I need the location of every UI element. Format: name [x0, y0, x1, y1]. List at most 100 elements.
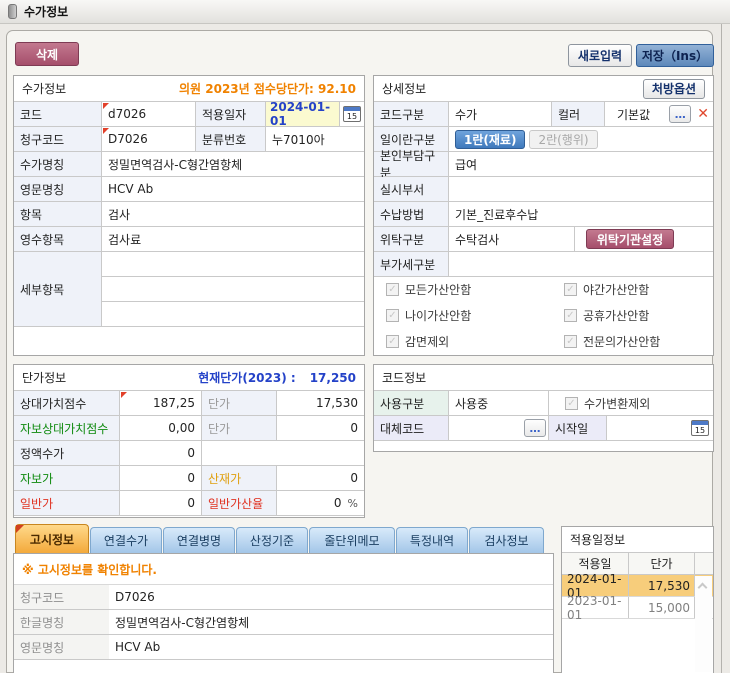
color-picker-button[interactable]: …: [669, 105, 691, 123]
auto-rvu-label: 자보상대가치점수: [14, 416, 120, 440]
price-info-header: 단가정보 현재단가(2023) : 17,250: [14, 365, 364, 391]
receipt-item-select[interactable]: 검사료: [102, 227, 364, 251]
tab-linked-fee[interactable]: 연결수가: [90, 527, 162, 553]
class-no-input[interactable]: 누7010아: [266, 127, 364, 151]
checkbox-icon: ✓: [564, 335, 577, 348]
item-select[interactable]: 검사: [102, 202, 364, 226]
checkbox-no-holiday-surcharge[interactable]: ✓ 공휴가산안함: [564, 307, 713, 324]
general-price-input[interactable]: 0: [120, 491, 202, 515]
rvu-input[interactable]: 187,25: [120, 391, 202, 415]
consign-org-setting-button[interactable]: 위탁기관설정: [586, 229, 674, 249]
price-info-title: 단가정보: [22, 369, 66, 386]
alt-code-cell: …: [449, 416, 549, 440]
tab-exam-info[interactable]: 검사정보: [469, 527, 544, 553]
checkbox-exclude-fee-convert[interactable]: ✓ 수가변환제외: [565, 395, 650, 412]
payment-select[interactable]: 기본_진료후수납: [449, 202, 713, 226]
code-input[interactable]: d7026: [102, 102, 196, 126]
fixed-fee-input[interactable]: 0: [120, 441, 202, 465]
self-pay-label: 본인부담구분: [374, 152, 449, 176]
line-type-option-1[interactable]: 1란(재료): [455, 130, 525, 149]
line-type-option-2[interactable]: 2란(행위): [529, 130, 597, 149]
apply-list-scrollbar[interactable]: [695, 576, 712, 672]
point-unit-price-note: 의원 2023년 점수당단가: 92.10: [179, 80, 356, 97]
apply-schedule-panel: 적용일정보 적용일 단가 2024-01-01 17,530 2023-01-0…: [561, 526, 714, 673]
rx-option-button[interactable]: 처방옵션: [643, 79, 705, 99]
calendar-icon[interactable]: 15: [343, 106, 361, 122]
detail-info-header: 상세정보 처방옵션: [374, 76, 713, 102]
save-button[interactable]: 저장（Ins）: [636, 44, 714, 67]
use-type-select[interactable]: 사용중: [449, 391, 549, 415]
tab-gosi-info[interactable]: 고시정보: [15, 524, 89, 553]
apply-row-2023[interactable]: 2023-01-01 15,000: [562, 597, 713, 619]
checkbox-no-age-surcharge[interactable]: ✓ 나이가산안함: [386, 307, 564, 324]
fee-info-header: 수가정보 의원 2023년 점수당단가: 92.10: [14, 76, 364, 102]
gosi-kor-name-value: 정밀면역검사-C형간염항체: [109, 610, 553, 634]
checkbox-no-specialist-surcharge[interactable]: ✓ 전문의가산안함: [564, 333, 713, 350]
checkbox-no-all-surcharge[interactable]: ✓ 모든가산안함: [386, 281, 564, 298]
auto-price-input[interactable]: 0: [120, 466, 202, 490]
tab-specific-detail[interactable]: 특정내역: [396, 527, 468, 553]
detail-item-select-3[interactable]: [102, 302, 364, 326]
detail-item-select-2[interactable]: [102, 277, 364, 301]
auto-rvu-row: 자보상대가치점수 0,00 단가 0: [14, 416, 364, 441]
industrial-price-input[interactable]: 0: [277, 466, 364, 490]
color-value-cell: 기본값 … ✕: [605, 102, 713, 126]
alt-code-picker-button[interactable]: …: [524, 419, 546, 437]
eng-name-input[interactable]: HCV Ab: [102, 177, 364, 201]
apply-date-input[interactable]: 2024-01-01: [266, 102, 340, 126]
auto-rvu-input[interactable]: 0,00: [120, 416, 202, 440]
detail-item-row-1: [102, 252, 364, 277]
checkbox-no-night-surcharge[interactable]: ✓ 야간가산안함: [564, 281, 713, 298]
new-entry-button[interactable]: 새로입력: [568, 44, 632, 67]
checkbox-label: 전문의가산안함: [583, 333, 660, 350]
claim-code-input[interactable]: D7026: [102, 127, 196, 151]
start-date-cell: 15: [607, 416, 713, 440]
checkbox-icon: ✓: [386, 283, 399, 296]
gosi-kor-name-row: 한글명칭 정밀면역검사-C형간염항체: [14, 610, 553, 635]
apply-date-cell: 2023-01-01: [562, 597, 629, 618]
delete-button[interactable]: 삭제: [15, 42, 79, 66]
tab-linked-diagnosis[interactable]: 연결병명: [163, 527, 235, 553]
checkbox-discount-exclude[interactable]: ✓ 감면제외: [386, 333, 564, 350]
fee-name-input[interactable]: 정밀면역검사-C형간염항체: [102, 152, 364, 176]
unit-price-value: 17,530: [277, 391, 364, 415]
gosi-kor-name-label: 한글명칭: [14, 610, 109, 634]
code-type-row: 코드구분 수가 컬러 기본값 … ✕: [374, 102, 713, 127]
code-type-select[interactable]: 수가: [449, 102, 552, 126]
payment-label: 수납방법: [374, 202, 449, 226]
exec-dept-row: 실시부서: [374, 177, 713, 202]
main-panel: 삭제 새로입력 저장（Ins） 수가정보 의원 2023년 점수당단가: 92.…: [6, 30, 713, 673]
page-title: 수가정보: [24, 3, 68, 20]
payment-row: 수납방법 기본_진료후수납: [374, 202, 713, 227]
scroll-up-icon: [698, 583, 708, 593]
tab-line-memo[interactable]: 줄단위메모: [309, 527, 395, 553]
consign-select[interactable]: 수탁검사: [449, 227, 575, 251]
tab-calc-standard[interactable]: 산정기준: [236, 527, 308, 553]
percent-suffix: %: [348, 497, 358, 510]
checkbox-label: 야간가산안함: [583, 281, 649, 298]
clear-color-icon[interactable]: ✕: [697, 106, 709, 122]
checkbox-icon: ✓: [386, 309, 399, 322]
exclude-convert-cell: ✓ 수가변환제외: [549, 391, 713, 415]
consign-row: 위탁구분 수탁검사 위탁기관설정: [374, 227, 713, 252]
color-label: 컬러: [552, 102, 605, 126]
checkbox-label: 수가변환제외: [584, 395, 650, 412]
apply-price-cell: 15,000: [629, 597, 695, 618]
code-row: 코드 d7026 적용일자 2024-01-01 15: [14, 102, 364, 127]
exec-dept-select[interactable]: [449, 177, 713, 201]
use-type-row: 사용구분 사용중 ✓ 수가변환제외: [374, 391, 713, 416]
general-rate-input[interactable]: 0 %: [277, 491, 364, 515]
code-type-label: 코드구분: [374, 102, 449, 126]
fee-info-panel: 수가정보 의원 2023년 점수당단가: 92.10 코드 d7026 적용일자…: [13, 75, 365, 356]
tab-label: 산정기준: [250, 532, 294, 549]
calendar-icon[interactable]: 15: [691, 420, 709, 436]
self-pay-select[interactable]: 급여: [449, 152, 713, 176]
checkbox-label: 감면제외: [405, 333, 449, 350]
detail-item-rows: 세부항목: [14, 252, 364, 327]
consign-label: 위탁구분: [374, 227, 449, 251]
checkbox-label: 나이가산안함: [405, 307, 471, 324]
checkbox-icon: ✓: [564, 309, 577, 322]
price-info-panel: 단가정보 현재단가(2023) : 17,250 상대가치점수 187,25 단…: [13, 364, 365, 518]
detail-item-select-1[interactable]: [102, 252, 364, 276]
vat-select[interactable]: [449, 252, 713, 276]
